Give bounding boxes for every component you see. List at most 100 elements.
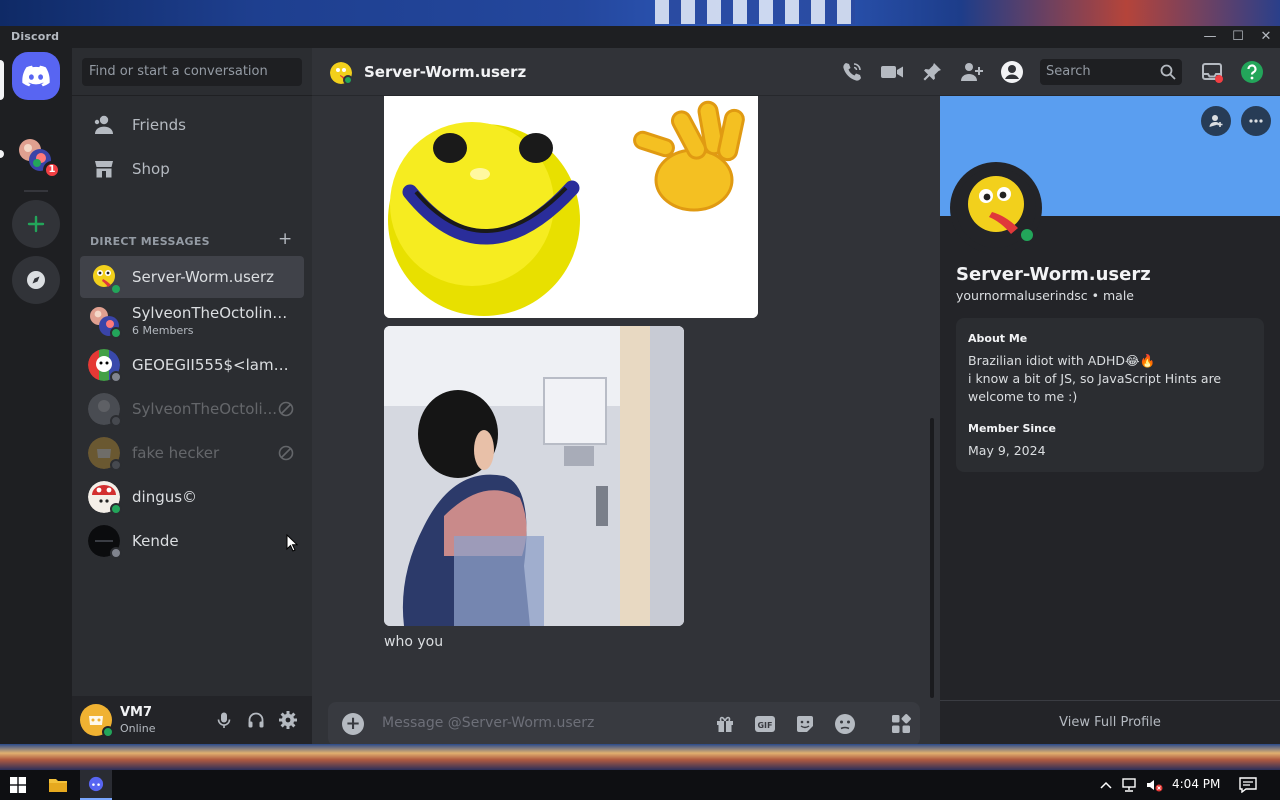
conversation-search[interactable]: Find or start a conversation [82,58,302,86]
folder-icon [49,779,67,792]
upload-plus-icon[interactable]: + [342,713,364,735]
inbox-button[interactable] [1200,60,1224,84]
blocked-icon [278,445,294,461]
profile-footer-divider [940,700,1280,701]
unread-badge: 1 [43,161,61,179]
help-button[interactable] [1240,60,1264,84]
about-me-line-2: i know a bit of JS, so JavaScript Hints … [968,371,1222,404]
member-since-date: May 9, 2024 [968,443,1046,458]
dm-name: fake hecker [132,444,220,462]
current-user-status: Online [120,722,156,735]
desktop-wallpaper-top [0,0,1280,26]
gift-icon [717,716,733,732]
status-offline-indicator [110,415,122,427]
nav-shop[interactable]: Shop [80,148,304,190]
deafen-button[interactable] [244,708,268,732]
action-center-button[interactable] [1238,773,1258,797]
dm-item-server-worm[interactable]: Server-Worm.userz [80,256,304,298]
status-online-indicator [110,327,122,339]
view-full-profile-link[interactable]: View Full Profile [940,715,1280,730]
gift-button[interactable] [714,713,736,735]
dm-name: SylveonTheOctoling, ... [132,304,292,322]
more-options-button[interactable] [1241,106,1271,136]
chevron-up-icon [1100,781,1112,789]
blocked-icon [278,401,294,417]
title-bar: Discord — ☐ ✕ [0,26,1280,48]
selected-indicator [0,60,4,100]
sidebar-divider [72,95,312,96]
pinned-messages-button[interactable] [920,60,944,84]
discord-taskbar-button[interactable] [80,770,112,800]
video-call-button[interactable] [880,60,904,84]
discord-logo-icon [88,776,104,792]
dm-item-kende[interactable]: Kende [80,520,304,562]
member-since-heading: Member Since [968,422,1056,435]
dm-item-dingus[interactable]: dingus© [80,476,304,518]
close-button[interactable]: ✕ [1252,26,1280,48]
dm-item-geoegii[interactable]: GEOEGII555$<lambd... [80,344,304,386]
pin-icon [923,63,941,81]
about-me-heading: About Me [968,332,1028,345]
status-online-indicator [343,75,353,85]
chat-scrollbar[interactable] [930,418,934,698]
message-composer[interactable]: + Message @Server-Worm.userz GIF [328,702,920,744]
dm-name: Server-Worm.userz [132,268,275,286]
volume-tray-icon[interactable] [1144,773,1164,797]
message-text: who you [384,634,444,650]
profile-display-name: Server-Worm.userz [956,264,1151,285]
search-icon [1160,64,1176,80]
sticker-button[interactable] [794,713,816,735]
user-settings-button[interactable] [276,708,300,732]
mute-button[interactable] [212,708,236,732]
dm-member-count: 6 Members [132,324,194,337]
video-camera-icon [881,66,903,78]
home-button[interactable] [12,52,60,100]
nav-friends[interactable]: Friends [80,104,304,146]
explore-button[interactable] [12,256,60,304]
user-profile-toggle[interactable] [1000,60,1024,84]
microphone-icon [217,712,231,728]
minimize-button[interactable]: — [1196,26,1224,48]
create-dm-button[interactable]: + [278,229,292,249]
dm-name: GEOEGII555$<lambd... [132,356,292,374]
add-server-button[interactable] [12,200,60,248]
notification-icon [1239,777,1257,793]
user-panel: VM7 Online [72,696,312,744]
message-input[interactable]: Message @Server-Worm.userz [382,715,594,731]
status-online-indicator [1016,224,1038,246]
inbox-icon [1202,63,1223,83]
smiley-wave-image[interactable] [384,96,758,318]
person-photo-image[interactable] [384,326,684,626]
discord-window: Discord — ☐ ✕ 1 Find or start a conversa… [0,26,1280,744]
apps-button[interactable] [890,713,912,735]
chat-area: who you + Message @Server-Worm.userz GIF [312,48,940,744]
profile-avatar[interactable] [950,162,1042,254]
dm-item-group[interactable]: SylveonTheOctoling, ... 6 Members [80,300,304,342]
add-friend-button[interactable] [1201,106,1231,136]
app-title: Discord [11,30,60,43]
gif-icon: GIF [755,716,775,732]
dm-item-sylveon-blocked[interactable]: SylveonTheOctoli... [80,388,304,430]
add-user-icon [961,63,983,81]
apps-icon [892,714,911,733]
start-button[interactable] [6,773,30,797]
gif-button[interactable]: GIF [754,713,776,735]
maximize-button[interactable]: ☐ [1224,26,1252,48]
add-friends-to-dm-button[interactable] [960,60,984,84]
user-profile-icon [1001,61,1023,83]
nav-shop-label: Shop [132,160,170,178]
emoji-button[interactable] [834,713,856,735]
gif-label: GIF [757,721,772,730]
tray-overflow-button[interactable] [1098,773,1114,797]
dm-name: Kende [132,532,179,550]
plus-icon [27,215,45,233]
network-tray-icon[interactable] [1120,773,1140,797]
server-rail: 1 [0,48,72,744]
dm-item-fake-hecker[interactable]: fake hecker [80,432,304,474]
file-explorer-button[interactable] [46,773,70,797]
ellipsis-icon [1249,119,1263,123]
taskbar-clock[interactable]: 4:04 PM [1172,777,1220,791]
voice-call-button[interactable] [840,60,864,84]
phone-call-icon [843,63,861,81]
rail-separator [24,190,48,192]
